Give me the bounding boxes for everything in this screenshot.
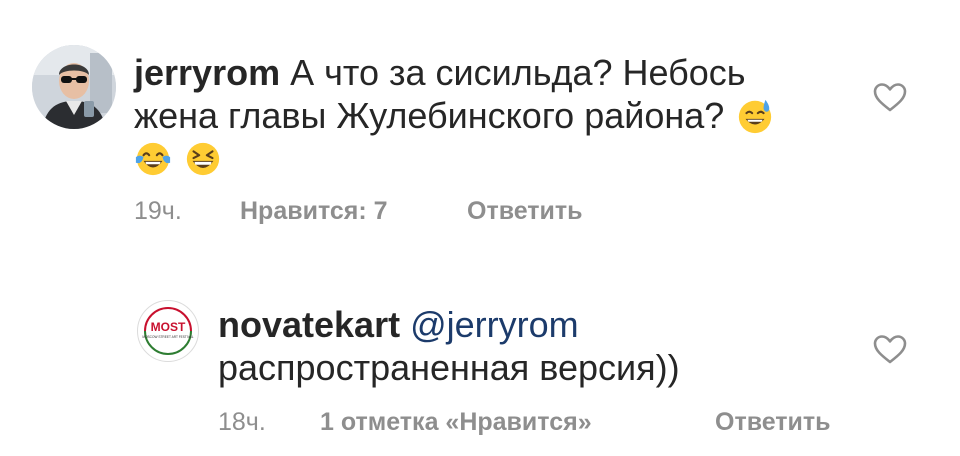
comment-body-line2: жена главы Жулебинского района?: [134, 95, 725, 136]
user-photo-avatar-icon: [32, 45, 116, 129]
logo-text: MOST: [151, 320, 186, 334]
avatar[interactable]: [32, 45, 116, 129]
comment-time: 19ч.: [134, 197, 182, 225]
most-festival-logo-icon: MOST MOSCOW STREET ART FESTIVAL: [139, 302, 197, 360]
comment-username[interactable]: jerryrom: [134, 52, 280, 93]
comment-text: novatekart @jerryrom распространенная ве…: [218, 303, 838, 389]
likes-count-button[interactable]: Нравится: 7: [240, 197, 388, 226]
comment-time: 18ч.: [218, 408, 266, 436]
downcast-face-with-sweat-emoji: [739, 99, 772, 134]
avatar[interactable]: MOST MOSCOW STREET ART FESTIVAL: [137, 300, 199, 362]
comment-body-line1: А что за сисильда? Небось: [290, 52, 746, 93]
like-heart-icon[interactable]: [873, 334, 907, 364]
comment-body-line: распространенная версия)): [218, 347, 680, 388]
grinning-squinting-face-emoji: [186, 142, 220, 176]
comment-text: jerryrom А что за сисильда? Небось жена …: [134, 51, 824, 180]
logo-subtext: MOSCOW STREET ART FESTIVAL: [142, 335, 193, 339]
reply-button[interactable]: Ответить: [715, 408, 831, 437]
mention-link[interactable]: @jerryrom: [410, 304, 579, 345]
face-with-tears-of-joy-emoji: [135, 142, 171, 176]
reply-button[interactable]: Ответить: [467, 197, 583, 226]
comment-username[interactable]: novatekart: [218, 304, 400, 345]
likes-count-button[interactable]: 1 отметка «Нравится»: [320, 408, 592, 437]
like-heart-icon[interactable]: [873, 82, 907, 112]
comment-meta: 18ч. 1 отметка «Нравится» Ответить: [0, 408, 960, 438]
comment-meta: 19ч. Нравится: 7 Ответить: [0, 197, 960, 227]
